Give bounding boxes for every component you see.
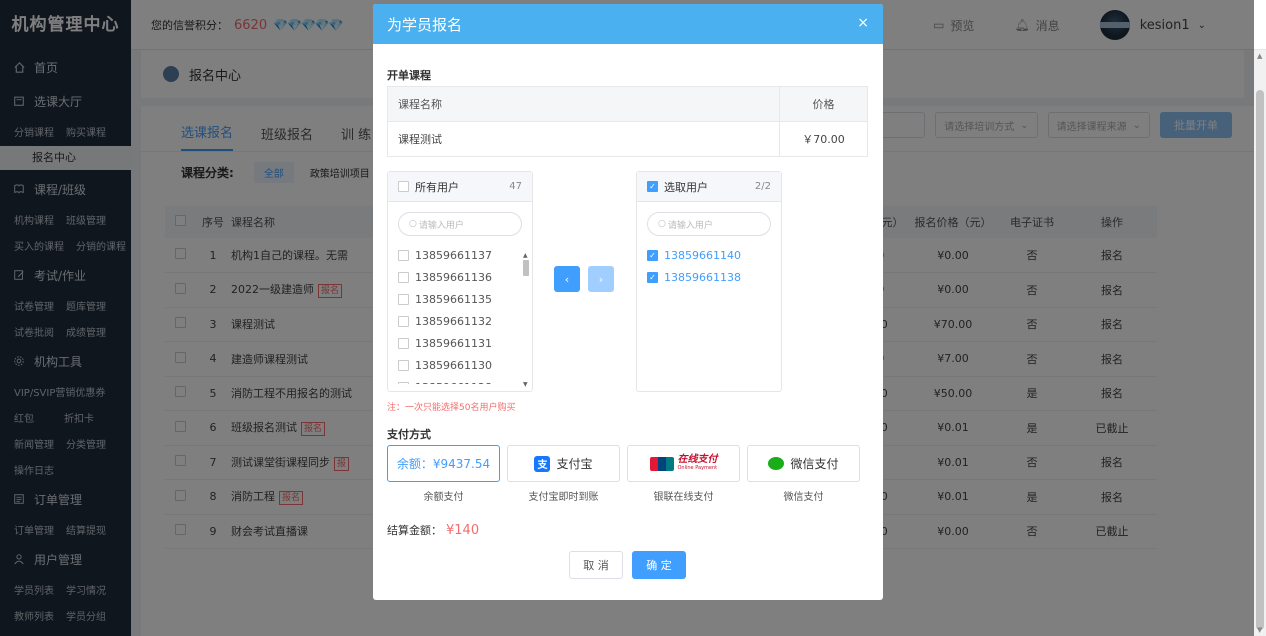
pay-wechat-option[interactable]: 微信支付 <box>747 445 860 482</box>
scroll-up-icon: ▲ <box>523 252 528 259</box>
list-item[interactable]: 13859661137 <box>398 244 532 266</box>
wechat-icon <box>768 457 785 470</box>
all-users-checkbox[interactable] <box>398 181 409 192</box>
chevron-right-icon: › <box>598 272 604 286</box>
payment-section-title: 支付方式 <box>387 428 431 441</box>
dialog-title: 为学员报名 <box>387 15 463 34</box>
course-section-title: 开单课程 <box>387 69 431 82</box>
list-item[interactable]: 13859661135 <box>398 288 532 310</box>
course-price: ￥70.00 <box>779 121 868 157</box>
all-users-panel: 所有用户 47 ○ 请输入用户 13859661137 13859661136 13… <box>387 171 533 392</box>
move-left-button[interactable]: ‹ <box>554 266 580 292</box>
scroll-up-icon: ▲ <box>1257 52 1263 60</box>
order-course-table: 课程名称 价格 课程测试 ￥70.00 <box>387 86 868 157</box>
selected-users-checkbox[interactable]: ✓ <box>647 181 658 192</box>
selection-note: 注：一次只能选择50名用户购买 <box>387 403 516 413</box>
user-checkbox[interactable] <box>398 249 409 261</box>
chevron-left-icon: ‹ <box>564 272 570 286</box>
selected-users-search-input[interactable]: ○ 请输入用户 <box>647 212 771 236</box>
list-item[interactable]: 13859661131 <box>398 332 532 354</box>
move-right-button[interactable]: › <box>588 266 614 292</box>
user-checkbox[interactable]: ✓ <box>647 249 658 261</box>
enroll-dialog: 为学员报名 × 开单课程 课程名称 价格 课程测试 ￥70.00 所有用户 47… <box>373 4 883 600</box>
list-item[interactable]: 13859661132 <box>398 310 532 332</box>
user-checkbox[interactable] <box>398 359 409 371</box>
search-icon: ○ <box>658 219 666 229</box>
scroll-down-icon: ▼ <box>523 381 528 388</box>
user-checkbox[interactable]: ✓ <box>647 271 658 283</box>
user-list-scrollbar[interactable]: ▲ ▼ <box>522 252 530 388</box>
list-item[interactable]: ✓ 13859661138 <box>647 266 781 288</box>
user-checkbox[interactable] <box>398 315 409 327</box>
list-item[interactable]: 13859661130 <box>398 354 532 376</box>
settle-amount: 结算金额： ¥140 <box>387 523 480 538</box>
user-checkbox[interactable] <box>398 381 409 384</box>
user-checkbox[interactable] <box>398 293 409 305</box>
close-icon[interactable]: × <box>857 15 869 31</box>
confirm-button[interactable]: 确 定 <box>632 551 686 579</box>
all-users-search-input[interactable]: ○ 请输入用户 <box>398 212 522 236</box>
pay-balance-option[interactable]: 余额：¥9437.54 <box>387 445 500 482</box>
user-checkbox[interactable] <box>398 337 409 349</box>
search-icon: ○ <box>409 219 417 229</box>
pay-unionpay-option[interactable]: 在线支付 Online Payment <box>627 445 740 482</box>
scroll-down-icon: ▼ <box>1257 626 1263 634</box>
list-item[interactable]: ✓ 13859661140 <box>647 244 781 266</box>
user-checkbox[interactable] <box>398 271 409 283</box>
page-scrollbar[interactable]: ▲ ▼ <box>1254 50 1266 636</box>
selected-users-panel: ✓ 选取用户 2/2 ○ 请输入用户 ✓ 13859661140 ✓ 13859661… <box>636 171 782 392</box>
list-item[interactable]: 13859661136 <box>398 266 532 288</box>
cancel-button[interactable]: 取 消 <box>569 551 623 579</box>
list-item[interactable]: 13859661128 <box>398 376 532 384</box>
dialog-header: 为学员报名 × <box>373 4 883 44</box>
pay-alipay-option[interactable]: 支 支付宝 <box>507 445 620 482</box>
course-name: 课程测试 <box>387 121 780 157</box>
alipay-icon: 支 <box>534 455 551 472</box>
unionpay-icon <box>649 456 674 471</box>
